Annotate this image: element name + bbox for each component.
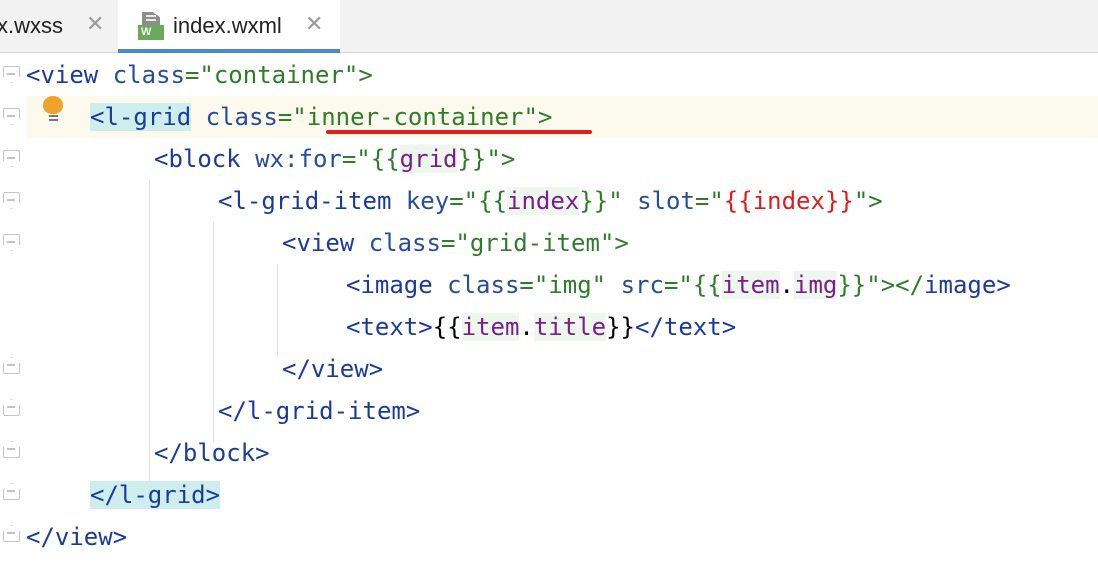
fold-open-icon[interactable] bbox=[3, 192, 20, 209]
fold-open-icon[interactable] bbox=[3, 150, 20, 167]
fold-open-icon[interactable] bbox=[3, 234, 20, 251]
fold-close-icon[interactable] bbox=[3, 357, 20, 374]
code-line-5: <view class="grid-item"> bbox=[282, 229, 629, 257]
code-editor[interactable]: <view class="container"> <l-grid class="… bbox=[0, 54, 1098, 578]
code-line-3: <block wx:for="{{grid}}"> bbox=[154, 145, 516, 173]
fold-close-icon[interactable] bbox=[3, 525, 20, 542]
close-icon[interactable]: ✕ bbox=[305, 11, 323, 37]
red-underline-annotation bbox=[326, 130, 592, 134]
indent-guide bbox=[149, 180, 150, 484]
code-line-10: </block> bbox=[154, 439, 270, 467]
code-line-7: <text>{{item.title}}</text> bbox=[346, 313, 737, 341]
indent-guide bbox=[213, 222, 214, 442]
fold-open-icon[interactable] bbox=[3, 108, 20, 125]
fold-close-icon[interactable] bbox=[3, 399, 20, 416]
indent-guide bbox=[277, 264, 278, 358]
tab-wxss[interactable]: x.wxss ✕ bbox=[0, 0, 118, 53]
code-line-9: </l-grid-item> bbox=[218, 397, 421, 425]
editor-tab-bar: x.wxss ✕ W index.wxml ✕ bbox=[0, 0, 1098, 53]
fold-close-icon[interactable] bbox=[3, 441, 20, 458]
tab-index-wxml[interactable]: W index.wxml ✕ bbox=[118, 0, 340, 53]
code-line-6: <image class="img" src="{{item.img}}"></… bbox=[346, 271, 1011, 299]
fold-close-icon[interactable] bbox=[3, 483, 20, 500]
tab-label: index.wxml bbox=[173, 13, 282, 38]
gutter bbox=[0, 54, 26, 578]
lightbulb-icon[interactable] bbox=[42, 96, 64, 124]
code-line-11: </l-grid> bbox=[90, 481, 221, 509]
fold-open-icon[interactable] bbox=[3, 66, 20, 83]
tab-label: x.wxss bbox=[0, 13, 63, 38]
close-icon[interactable]: ✕ bbox=[86, 11, 104, 37]
code-line-8: </view> bbox=[282, 355, 384, 383]
code-line-12: </view> bbox=[26, 523, 128, 551]
code-line-1: <view class="container"> bbox=[26, 61, 373, 89]
wxml-file-icon: W bbox=[138, 12, 164, 40]
code-line-4: <l-grid-item key="{{index}}" slot="{{ind… bbox=[218, 187, 883, 215]
